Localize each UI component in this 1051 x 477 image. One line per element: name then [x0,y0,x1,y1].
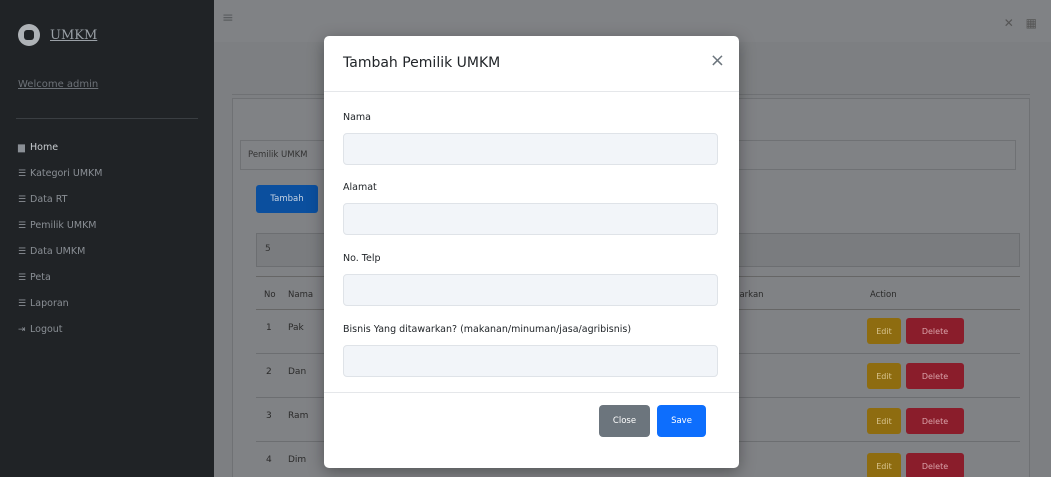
row-name: Ram [288,411,309,421]
telp-input[interactable] [343,274,718,306]
welcome-text[interactable]: Welcome admin [18,79,98,90]
sidebar-item-label: Logout [30,324,63,335]
nama-label: Nama [343,112,372,123]
sidebar-item-laporan[interactable]: ☰ Laporan [18,297,102,323]
list-icon: ☰ [18,169,27,179]
sidebar-divider [16,118,198,119]
sidebar-item-home[interactable]: ▆ Home [18,141,102,167]
edit-button[interactable]: Edit [867,453,901,477]
modal-title: Tambah Pemilik UMKM [343,55,501,71]
close-icon[interactable]: × [710,52,725,70]
nama-input[interactable] [343,133,718,165]
sidebar-menu: ▆ Home ☰ Kategori UMKM ☰ Data RT ☰ Pemilik U… [18,141,102,349]
sidebar-item-peta[interactable]: ☰ Peta [18,271,102,297]
logout-icon: ⇥ [18,325,26,335]
sidebar-item-data-rt[interactable]: ☰ Data RT [18,193,102,219]
delete-button[interactable]: Delete [906,453,964,477]
sidebar-item-label: Kategori UMKM [30,168,103,179]
sidebar-item-label: Home [30,142,59,153]
list-icon: ☰ [18,195,27,205]
modal-header: Tambah Pemilik UMKM × [324,36,739,92]
row-no: 3 [266,411,272,421]
column-no: No [264,290,276,300]
brand-name[interactable]: UMKM [50,28,97,43]
sidebar-item-kategori-umkm[interactable]: ☰ Kategori UMKM [18,167,102,193]
hamburger-menu-icon[interactable]: ≡ [222,10,234,26]
row-no: 1 [266,323,272,333]
sidebar-item-label: Laporan [30,298,69,309]
close-button[interactable]: Close [599,405,650,437]
fullscreen-grid-icons[interactable]: ✕ ▦ [1004,16,1041,30]
sidebar-item-label: Peta [30,272,51,283]
telp-label: No. Telp [343,253,381,264]
sidebar-item-logout[interactable]: ⇥ Logout [18,323,102,349]
delete-button[interactable]: Delete [906,363,964,389]
delete-button[interactable]: Delete [906,408,964,434]
brand-link[interactable]: UMKM [18,24,97,46]
row-name: Dim [288,455,307,465]
column-action: Action [870,290,897,300]
delete-button[interactable]: Delete [906,318,964,344]
brand-logo-icon [18,24,40,46]
alamat-input[interactable] [343,203,718,235]
row-name: Dan [288,367,307,377]
sidebar-item-label: Data RT [30,194,68,205]
bisnis-label: Bisnis Yang ditawarkan? (makanan/minuman… [343,324,632,335]
alamat-label: Alamat [343,182,377,193]
home-icon: ▆ [18,143,25,153]
edit-button[interactable]: Edit [867,363,901,389]
card-title: Pemilik UMKM [248,150,308,160]
list-icon: ☰ [18,273,27,283]
sidebar-item-pemilik-umkm[interactable]: ☰ Pemilik UMKM [18,219,102,245]
sidebar-item-data-umkm[interactable]: ☰ Data UMKM [18,245,102,271]
modal-footer-divider [324,392,739,393]
entries-value[interactable]: 5 [265,244,271,254]
save-button[interactable]: Save [657,405,706,437]
row-no: 2 [266,367,272,377]
tambah-pemilik-modal: Tambah Pemilik UMKM × Nama Alamat No. Te… [324,36,739,468]
list-icon: ☰ [18,247,27,257]
row-name: Pak [288,323,304,333]
row-no: 4 [266,455,272,465]
list-icon: ☰ [18,299,27,309]
list-icon: ☰ [18,221,27,231]
tambah-button[interactable]: Tambah [256,185,318,213]
sidebar: UMKM Welcome admin ▆ Home ☰ Kategori UMKM … [0,0,214,477]
edit-button[interactable]: Edit [867,408,901,434]
bisnis-input[interactable] [343,345,718,377]
sidebar-item-label: Data UMKM [30,246,86,257]
edit-button[interactable]: Edit [867,318,901,344]
sidebar-item-label: Pemilik UMKM [30,220,97,231]
column-nama: Nama [288,290,314,300]
